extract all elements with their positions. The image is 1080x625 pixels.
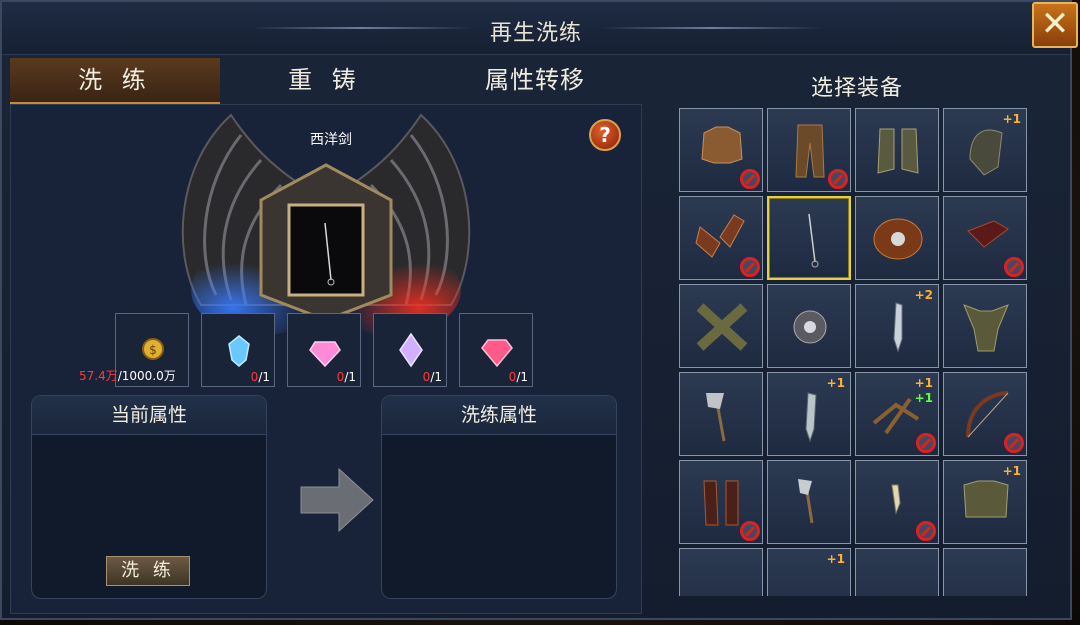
equipment-slot[interactable]: +2 xyxy=(855,284,939,368)
iron-boots-icon xyxy=(877,128,919,174)
window-title: 再生洗练 xyxy=(489,21,582,46)
equipment-grid: +1+2+1+1+1+1+1+1 xyxy=(679,108,1031,596)
equipment-slot[interactable] xyxy=(943,196,1027,280)
refine-panel: 西洋剑 ? $ 57.4万/1000.0万 0/1 0/1 0/1 0/1 当前… xyxy=(10,104,642,614)
material-slot-pink-gem[interactable]: 0/1 xyxy=(287,313,361,387)
svg-text:$: $ xyxy=(149,343,157,357)
equipment-slot[interactable] xyxy=(679,108,763,192)
gauntlets-icon xyxy=(696,303,748,351)
item-name: 西洋剑 xyxy=(310,132,352,148)
forbidden-icon xyxy=(1004,433,1024,453)
refine-button[interactable]: 洗 练 xyxy=(106,556,190,586)
equipment-slot[interactable] xyxy=(855,196,939,280)
enhance-level-badge: +2 xyxy=(914,288,933,302)
equipment-slot[interactable] xyxy=(943,548,1027,596)
refined-attributes-title: 洗练属性 xyxy=(382,396,616,435)
equipment-slot[interactable]: +1 xyxy=(767,372,851,456)
close-button[interactable]: ✕ xyxy=(1032,2,1078,48)
iron-helmet-icon xyxy=(969,129,1003,176)
current-attributes-box: 当前属性 洗 练 xyxy=(31,395,267,599)
pink-gem-count: 0/1 xyxy=(336,370,356,384)
enhance-level-badge: +1 xyxy=(826,552,845,566)
equipment-slot[interactable] xyxy=(855,460,939,544)
equipment-slot[interactable] xyxy=(679,548,763,596)
equipment-slot[interactable] xyxy=(767,196,851,280)
arrow-right-icon xyxy=(300,467,374,533)
forbidden-icon xyxy=(828,169,848,189)
material-slot-blue-gem[interactable]: 0/1 xyxy=(201,313,275,387)
rapier-icon xyxy=(808,213,819,268)
current-attributes-title: 当前属性 xyxy=(32,396,266,435)
close-x-icon: ✕ xyxy=(1040,4,1070,44)
forbidden-icon xyxy=(1004,257,1024,277)
equipment-slot[interactable] xyxy=(767,108,851,192)
refine-window: 再生洗练 洗 练 重 铸 属性转移 西洋剑 ? $ 57.4万/1000.0万 … xyxy=(0,0,1072,620)
enhance-level-badge: +1 xyxy=(1002,112,1021,126)
hand-axe-icon xyxy=(798,479,814,524)
dagger-icon xyxy=(893,302,903,353)
enhance-level-badge: +1 xyxy=(1002,464,1021,478)
material-slot-rose-gem[interactable]: 0/1 xyxy=(459,313,533,387)
equipment-slot[interactable]: +1 xyxy=(943,108,1027,192)
equipment-slot[interactable] xyxy=(679,372,763,456)
equipment-slot[interactable]: +1 +1 xyxy=(855,372,939,456)
title-bar: 再生洗练 xyxy=(2,2,1070,55)
gold-amount: 57.4万/1000.0万 xyxy=(79,369,176,383)
equipment-slot[interactable]: +1 xyxy=(943,460,1027,544)
equipment-slot[interactable] xyxy=(767,284,851,368)
tab-bar: 洗 练 重 铸 属性转移 xyxy=(10,58,642,104)
spiked-orb-icon xyxy=(793,310,827,344)
equipment-slot[interactable] xyxy=(943,372,1027,456)
rose-gem-count: 0/1 xyxy=(508,370,528,384)
material-slot-violet-gem[interactable]: 0/1 xyxy=(373,313,447,387)
equipment-slot[interactable]: +1 xyxy=(767,548,851,596)
enhance-level-badge: +1 xyxy=(914,376,933,390)
equipment-slot[interactable] xyxy=(679,196,763,280)
tab-attribute-transfer[interactable]: 属性转移 xyxy=(430,58,640,102)
forbidden-icon xyxy=(916,521,936,541)
equipment-slot[interactable] xyxy=(679,284,763,368)
forbidden-icon xyxy=(740,257,760,277)
forbidden-icon xyxy=(740,521,760,541)
help-button[interactable]: ? xyxy=(589,119,621,151)
tab-recast[interactable]: 重 铸 xyxy=(220,58,430,102)
chest-plate-icon xyxy=(963,480,1009,518)
blue-gem-count: 0/1 xyxy=(250,370,270,384)
bonus-level-badge: +1 xyxy=(914,391,933,405)
equipment-slot[interactable]: +1 xyxy=(855,548,939,596)
equipment-slot[interactable] xyxy=(679,460,763,544)
round-shield-icon xyxy=(873,218,923,260)
curved-dagger-icon xyxy=(805,392,817,443)
refined-attributes-box: 洗练属性 xyxy=(381,395,617,599)
tab-refine[interactable]: 洗 练 xyxy=(10,58,220,104)
forbidden-icon xyxy=(916,433,936,453)
equipment-slot[interactable] xyxy=(855,108,939,192)
equipment-slot[interactable] xyxy=(943,284,1027,368)
equipment-slot[interactable] xyxy=(767,460,851,544)
forbidden-icon xyxy=(740,169,760,189)
violet-gem-count: 0/1 xyxy=(422,370,442,384)
shoulder-armor-icon xyxy=(963,304,1009,352)
enhance-level-badge: +1 xyxy=(826,376,845,390)
battle-axe-icon xyxy=(706,393,726,442)
select-equipment-title: 选择装备 xyxy=(810,76,903,101)
